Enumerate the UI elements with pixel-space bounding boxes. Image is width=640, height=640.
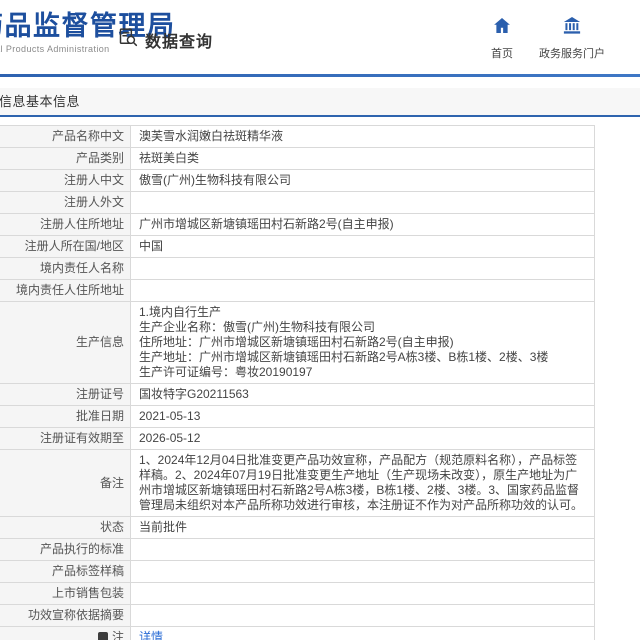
row-label: 功效宣称依据摘要: [0, 605, 131, 627]
nav-data-query[interactable]: 数据查询: [118, 27, 213, 52]
row-value: 1.境内自行生产生产企业名称：傲雪(广州)生物科技有限公司住所地址：广州市增城区…: [131, 302, 595, 384]
row-label: 注册证有效期至: [0, 428, 131, 450]
row-label: 注册人住所地址: [0, 214, 131, 236]
link-home[interactable]: 首页: [491, 17, 513, 61]
section-title: 产品信息基本信息: [0, 88, 80, 115]
info-table-body: 产品名称中文澳芙雪水润嫩白祛斑精华液产品类别祛斑美白类注册人中文傲雪(广州)生物…: [0, 126, 595, 640]
table-row: 批准日期2021-05-13: [0, 406, 595, 428]
row-label: 境内责任人名称: [0, 258, 131, 280]
row-value: 1、2024年12月04日批准变更产品功效宣称，产品配方（规范原料名称），产品标…: [131, 450, 595, 517]
row-value: 中国: [131, 236, 595, 258]
page-content: 国家药品监督管理局 National Medical Products Admi…: [0, 0, 640, 640]
row-value: 澳芙雪水润嫩白祛斑精华液: [131, 126, 595, 148]
row-label: 注: [0, 627, 131, 640]
row-value: [131, 605, 595, 627]
row-label: 注册人中文: [0, 170, 131, 192]
row-value: 2021-05-13: [131, 406, 595, 428]
row-label: 产品执行的标准: [0, 539, 131, 561]
row-value: [131, 539, 595, 561]
row-label: 境内责任人住所地址: [0, 280, 131, 302]
row-label: 批准日期: [0, 406, 131, 428]
table-row: 注册人所在国/地区中国: [0, 236, 595, 258]
home-icon: [493, 17, 511, 39]
note-icon: [98, 632, 108, 640]
link-gov-portal[interactable]: 政务服务门户: [539, 17, 605, 61]
link-gov-portal-label: 政务服务门户: [539, 45, 605, 61]
table-row: 境内责任人住所地址: [0, 280, 595, 302]
row-value: 详情: [131, 627, 595, 640]
site-header: 国家药品监督管理局 National Medical Products Admi…: [0, 0, 640, 74]
table-row: 产品名称中文澳芙雪水润嫩白祛斑精华液: [0, 126, 595, 148]
row-value-line: 生产地址：广州市增城区新塘镇瑶田村石新路2号A栋3楼、B栋1楼、2楼、3楼: [139, 350, 586, 365]
data-query-icon: [118, 27, 138, 52]
row-value: 当前批件: [131, 517, 595, 539]
row-value: 广州市增城区新塘镇瑶田村石新路2号(自主申报): [131, 214, 595, 236]
browser-page: 国家药品监督管理局 National Medical Products Admi…: [0, 0, 640, 640]
row-label: 上市销售包装: [0, 583, 131, 605]
table-row: 注册证有效期至2026-05-12: [0, 428, 595, 450]
table-row: 注详情: [0, 627, 595, 640]
row-value-line: 生产企业名称：傲雪(广州)生物科技有限公司: [139, 320, 586, 335]
table-row: 产品类别祛斑美白类: [0, 148, 595, 170]
row-label: 备注: [0, 450, 131, 517]
detail-link[interactable]: 详情: [139, 630, 163, 640]
table-row: 产品执行的标准: [0, 539, 595, 561]
table-row: 注册人中文傲雪(广州)生物科技有限公司: [0, 170, 595, 192]
header-divider: [0, 74, 640, 77]
table-row: 生产信息1.境内自行生产生产企业名称：傲雪(广州)生物科技有限公司住所地址：广州…: [0, 302, 595, 384]
row-label: 注册人外文: [0, 192, 131, 214]
row-label: 产品名称中文: [0, 126, 131, 148]
row-value: [131, 258, 595, 280]
table-row: 境内责任人名称: [0, 258, 595, 280]
row-value: [131, 583, 595, 605]
row-label: 状态: [0, 517, 131, 539]
row-label: 注册证号: [0, 384, 131, 406]
row-label: 注册人所在国/地区: [0, 236, 131, 258]
building-icon: [562, 17, 582, 39]
row-label: 产品类别: [0, 148, 131, 170]
table-row: 上市销售包装: [0, 583, 595, 605]
row-value: 国妆特字G20211563: [131, 384, 595, 406]
table-row: 产品标签样稿: [0, 561, 595, 583]
row-label: 产品标签样稿: [0, 561, 131, 583]
table-row: 注册证号国妆特字G20211563: [0, 384, 595, 406]
row-value: [131, 561, 595, 583]
table-row: 注册人外文: [0, 192, 595, 214]
row-value: 2026-05-12: [131, 428, 595, 450]
link-home-label: 首页: [491, 45, 513, 61]
row-value: 祛斑美白类: [131, 148, 595, 170]
quick-links: 首页 政务服务门户: [491, 17, 605, 61]
table-row: 注册人住所地址广州市增城区新塘镇瑶田村石新路2号(自主申报): [0, 214, 595, 236]
row-value-line: 生产许可证编号：粤妆20190197: [139, 365, 586, 380]
row-value: 傲雪(广州)生物科技有限公司: [131, 170, 595, 192]
table-row: 功效宣称依据摘要: [0, 605, 595, 627]
row-value-line: 1.境内自行生产: [139, 305, 586, 320]
nav-data-query-label: 数据查询: [145, 28, 213, 52]
info-table: 产品名称中文澳芙雪水润嫩白祛斑精华液产品类别祛斑美白类注册人中文傲雪(广州)生物…: [0, 125, 595, 640]
row-value-line: 住所地址：广州市增城区新塘镇瑶田村石新路2号(自主申报): [139, 335, 586, 350]
table-row: 状态当前批件: [0, 517, 595, 539]
row-value: [131, 280, 595, 302]
section-header: 产品信息基本信息: [0, 88, 640, 117]
row-label: 生产信息: [0, 302, 131, 384]
table-row: 备注1、2024年12月04日批准变更产品功效宣称，产品配方（规范原料名称），产…: [0, 450, 595, 517]
row-value: [131, 192, 595, 214]
